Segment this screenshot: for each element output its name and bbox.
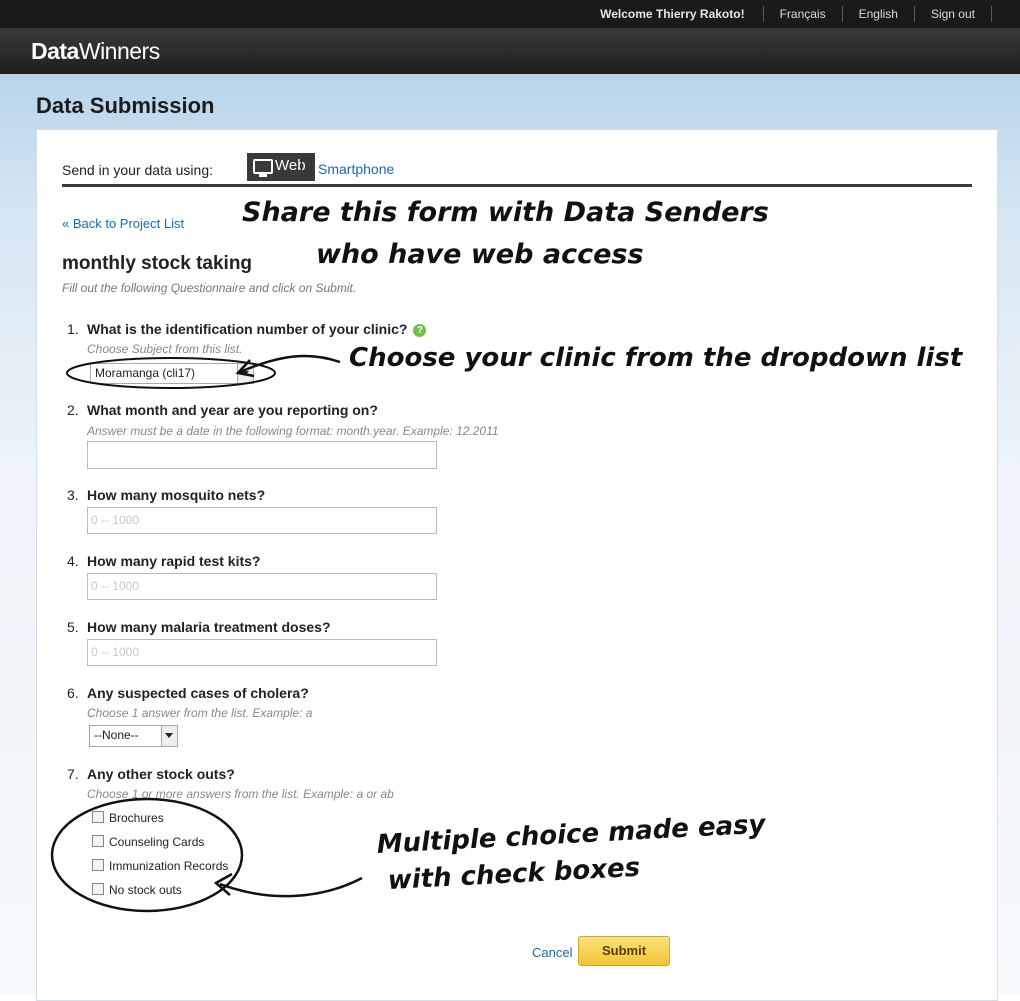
arrow-to-checkboxes [219, 876, 363, 898]
annotation-drawings [50, 354, 363, 913]
checkbox-highlight-ellipse [50, 797, 244, 913]
